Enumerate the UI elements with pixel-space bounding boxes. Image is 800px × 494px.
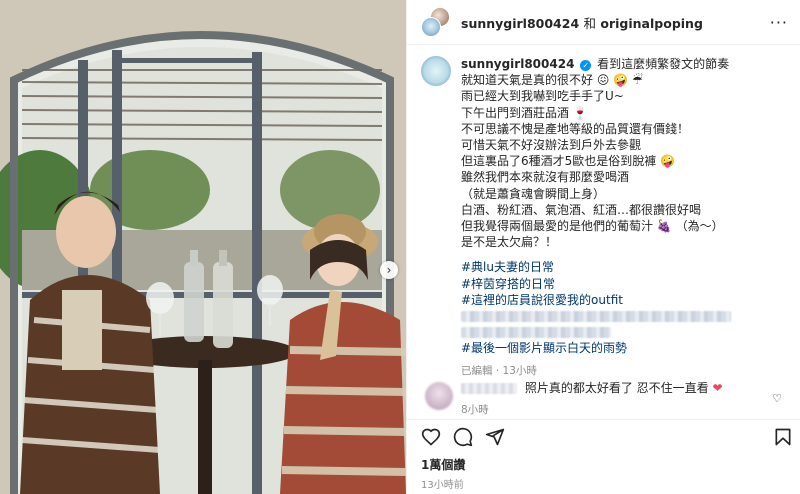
post-timestamp[interactable]: 13小時前 [421,476,464,491]
caption-text: 看到這麼頻繁發文的節奏 [597,57,730,71]
next-photo-button[interactable]: › [380,261,398,279]
avatar[interactable] [421,56,451,86]
post-photo[interactable]: › [0,0,406,494]
comment-text: 照片真的都太好看了 忍不住一直看 [524,381,709,395]
caption-line: 白酒、粉紅酒、氣泡酒、紅酒…都很讚很好喝 [461,202,702,217]
caption-line: 雨已經大到我嚇到吃手手了U~ [461,89,624,104]
hashtag-link[interactable]: #最後一個影片顯示白天的雨勢 [461,341,627,355]
author-separator: 和 [583,15,597,31]
bookmark-icon[interactable] [773,427,793,447]
caption-line: 是不是太欠扁？！ [461,235,558,250]
caption-line: （就是蕭貪魂會瞬間上身） [461,186,606,201]
blurred-text [461,324,790,340]
caption-line: 下午出門到酒莊品酒 🍷 [461,105,588,120]
share-icon[interactable] [485,427,505,447]
caption-line: sunnygirl800424 ✓ 看到這麼頻繁發文的節奏 [461,56,790,72]
caption-line: 但這裏品了6種酒才5歐也是俗到脫褲 🤪 [461,154,676,169]
heart-emoji-icon: ❤ [712,381,723,395]
caption-line: 雖然我們本來就沒有那麼愛喝酒 [461,170,630,185]
collab-avatars[interactable] [421,7,451,37]
photo-scene [0,0,406,494]
caption-meta: 已編輯 · 13小時 [461,363,790,379]
like-count[interactable]: 1萬個讚 [421,456,465,473]
action-bar [407,419,800,451]
caption-line: 但我覺得兩個最愛的是他們的葡萄汁 🍇 （為～） [461,219,724,234]
meta-separator: · [495,364,500,377]
caption-username[interactable]: sunnygirl800424 [461,57,574,71]
chevron-right-icon: › [386,263,392,277]
author-link[interactable]: originalpoping [600,16,703,31]
post-caption: sunnygirl800424 ✓ 看到這麼頻繁發文的節奏 就知道天氣是真的很不… [421,56,790,379]
avatar[interactable] [425,382,453,410]
caption-line: 不可思議不愧是產地等級的品質還有價錢！ [461,121,690,136]
post-side-panel: sunnygirl800424 和 originalpoping ··· sun… [406,0,800,494]
edited-label: 已編輯 [461,364,493,377]
post-authors: sunnygirl800424 和 originalpoping [461,13,770,32]
hashtag-link[interactable]: #梓茵穿搭的日常 [461,277,555,291]
blurred-text [461,308,790,324]
post-header: sunnygirl800424 和 originalpoping ··· [407,0,800,45]
caption-time[interactable]: 13小時 [503,365,537,377]
more-options-icon[interactable]: ··· [770,13,788,32]
comment-like-icon[interactable]: ♡ [772,392,782,405]
heart-icon[interactable] [421,427,441,447]
hashtag-list: #典lu夫妻的日常 #梓茵穿搭的日常 #這裡的店員說很愛我的outfit #最後… [461,259,790,356]
hashtag-link[interactable]: #這裡的店員說很愛我的outfit [461,293,623,307]
author-link[interactable]: sunnygirl800424 [461,16,579,31]
avatar[interactable] [421,17,441,37]
caption-line: 可惜天氣不好沒辦法到戶外去參觀 [461,138,642,153]
blurred-commenter-name[interactable] [461,383,517,394]
comment-item: 照片真的都太好看了 忍不住一直看 ❤ 8小時 ♡ [421,380,790,418]
hashtag-link[interactable]: #典lu夫妻的日常 [461,260,554,274]
comment-time[interactable]: 8小時 [461,402,790,418]
verified-badge-icon: ✓ [580,60,592,71]
caption-line: 就知道天氣是真的很不好 😖 🤪 ☔ [461,73,643,88]
comment-icon[interactable] [453,427,473,447]
